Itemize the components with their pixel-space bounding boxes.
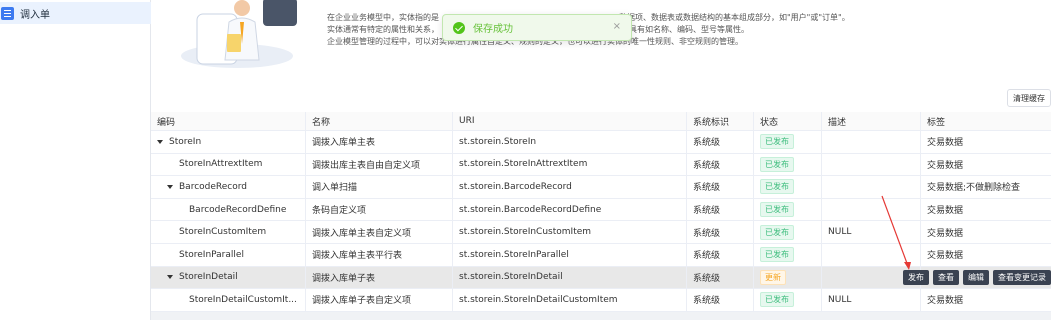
row-desc: NULL [828, 227, 852, 238]
row-uri: st.storein.StoreInParallel [459, 249, 569, 260]
row-uri: st.storein.BarcodeRecord [459, 181, 572, 192]
table-row[interactable]: StoreIn 调拨入库单主表 st.storein.StoreIn 系统级 已… [151, 131, 1051, 154]
row-tag: 交易数据 [927, 138, 964, 149]
row-uri: st.storein.StoreInDetailCustomItem [459, 294, 618, 305]
caret-down-icon[interactable] [167, 275, 173, 280]
header-uri[interactable]: URI [452, 112, 686, 130]
row-name: 调拨入库单主表平行表 [312, 251, 403, 262]
caret-down-icon[interactable] [167, 184, 173, 189]
table-row[interactable]: BarcodeRecord 调入单扫描 st.storein.BarcodeRe… [151, 176, 1051, 199]
sidebar: 调入单 [0, 0, 151, 320]
header-status[interactable]: 状态 [753, 112, 821, 130]
success-toast: 保存成功 × [442, 14, 632, 41]
header-code[interactable]: 编码 [151, 112, 305, 130]
row-name: 调拨出库主表自由自定义项 [312, 160, 421, 171]
row-tag: 交易数据 [927, 228, 964, 239]
edit-button[interactable]: 编辑 [963, 269, 989, 285]
row-code: StoreInDetailCustomIt... [189, 294, 297, 305]
row-tag: 交易数据 [927, 296, 964, 307]
row-system: 系统级 [693, 183, 721, 194]
header-tags[interactable]: 标签 [920, 112, 1051, 130]
table-row[interactable]: StoreInAttrextItem 调拨出库主表自由自定义项 st.store… [151, 153, 1051, 177]
row-tag: 交易数据 [927, 206, 964, 217]
status-badge: 已发布 [760, 292, 794, 308]
header-name[interactable]: 名称 [305, 112, 452, 130]
document-icon [1, 6, 14, 20]
view-changelog-button[interactable]: 查看变更记录 [993, 269, 1051, 285]
row-code: BarcodeRecord [179, 181, 247, 192]
table-row[interactable]: BarcodeRecordDefine 条码自定义项 st.storein.Ba… [151, 198, 1051, 222]
status-badge: 已发布 [760, 134, 794, 150]
table-row[interactable]: StoreInDetailCustomIt... 调拨入库单子表自定义项 st.… [151, 289, 1051, 312]
status-badge: 已发布 [760, 179, 794, 195]
row-system: 系统级 [693, 228, 721, 239]
table-row[interactable]: StoreInCustomItem 调拨入库单主表自定义项 st.storein… [151, 221, 1051, 244]
status-badge: 更新 [760, 269, 786, 285]
row-actions: 发布 查看 编辑 查看变更记录 [903, 269, 1051, 285]
row-uri: st.storein.StoreInCustomItem [459, 227, 592, 238]
row-tag: 交易数据;不做删除检查 [927, 183, 1021, 194]
status-badge: 已发布 [760, 156, 794, 172]
status-badge: 已发布 [760, 202, 794, 218]
row-system: 系统级 [693, 296, 721, 307]
publish-button[interactable]: 发布 [903, 269, 929, 285]
row-system: 系统级 [693, 160, 721, 171]
sidebar-item-transfer-in[interactable]: 调入单 [0, 2, 151, 24]
row-code: StoreIn [169, 136, 202, 147]
row-code: StoreInCustomItem [179, 227, 267, 238]
row-name: 调拨入库单子表自定义项 [312, 296, 412, 307]
row-uri: st.storein.StoreInDetail [459, 272, 563, 283]
row-name: 调拨入库单子表 [312, 273, 376, 284]
caret-down-icon[interactable] [157, 139, 163, 144]
row-uri: st.storein.StoreInAttrextItem [459, 159, 588, 170]
close-icon[interactable]: × [613, 21, 621, 32]
row-tag: 交易数据 [927, 251, 964, 262]
row-name: 条码自定义项 [312, 206, 367, 217]
row-uri: st.storein.StoreIn [459, 136, 537, 147]
banner-line1-right: 数据项、数据表或数据结构的基本组成部分，如"用户"或"订单"。 [619, 13, 850, 22]
status-badge: 已发布 [760, 247, 794, 263]
sidebar-item-label: 调入单 [20, 9, 50, 21]
row-name: 调拨入库单主表自定义项 [312, 228, 412, 239]
row-code: StoreInParallel [179, 249, 244, 260]
row-name: 调入单扫描 [312, 183, 358, 194]
row-tag: 交易数据 [927, 160, 964, 171]
illustration-person-icon [181, 0, 297, 68]
row-system: 系统级 [693, 206, 721, 217]
banner-line2-left: 实体通常有特定的属性和关系， [327, 25, 439, 34]
header-system-flag[interactable]: 系统标识 [686, 112, 753, 130]
row-system: 系统级 [693, 251, 721, 262]
table-header: 编码 名称 URI 系统标识 状态 描述 标签 [151, 112, 1051, 131]
intro-banner: 在企业业务模型中，实体指的是 数据项、数据表或数据结构的基本组成部分，如"用户"或… [151, 0, 1051, 82]
view-button[interactable]: 查看 [933, 269, 959, 285]
row-desc: NULL [828, 294, 852, 305]
row-system: 系统级 [693, 273, 721, 284]
toolbar: 清理缓存 [151, 82, 1051, 112]
header-description[interactable]: 描述 [821, 112, 920, 130]
row-code: StoreInDetail [179, 272, 238, 283]
check-circle-icon [453, 21, 465, 34]
row-uri: st.storein.BarcodeRecordDefine [459, 204, 602, 215]
banner-line1-left: 在企业业务模型中，实体指的是 [327, 13, 439, 22]
row-name: 调拨入库单主表 [312, 138, 376, 149]
status-badge: 已发布 [760, 224, 794, 240]
clear-cache-button[interactable]: 清理缓存 [1007, 89, 1051, 107]
table-row-selected[interactable]: StoreInDetail 调拨入库单子表 st.storein.StoreIn… [151, 266, 1051, 290]
row-code: BarcodeRecordDefine [189, 204, 287, 215]
row-system: 系统级 [693, 138, 721, 149]
toast-message: 保存成功 [473, 24, 513, 35]
row-code: StoreInAttrextItem [179, 159, 263, 170]
entity-table: 编码 名称 URI 系统标识 状态 描述 标签 StoreIn 调拨入库单主表 … [151, 112, 1051, 312]
table-row[interactable]: StoreInParallel 调拨入库单主表平行表 st.storein.St… [151, 243, 1051, 267]
